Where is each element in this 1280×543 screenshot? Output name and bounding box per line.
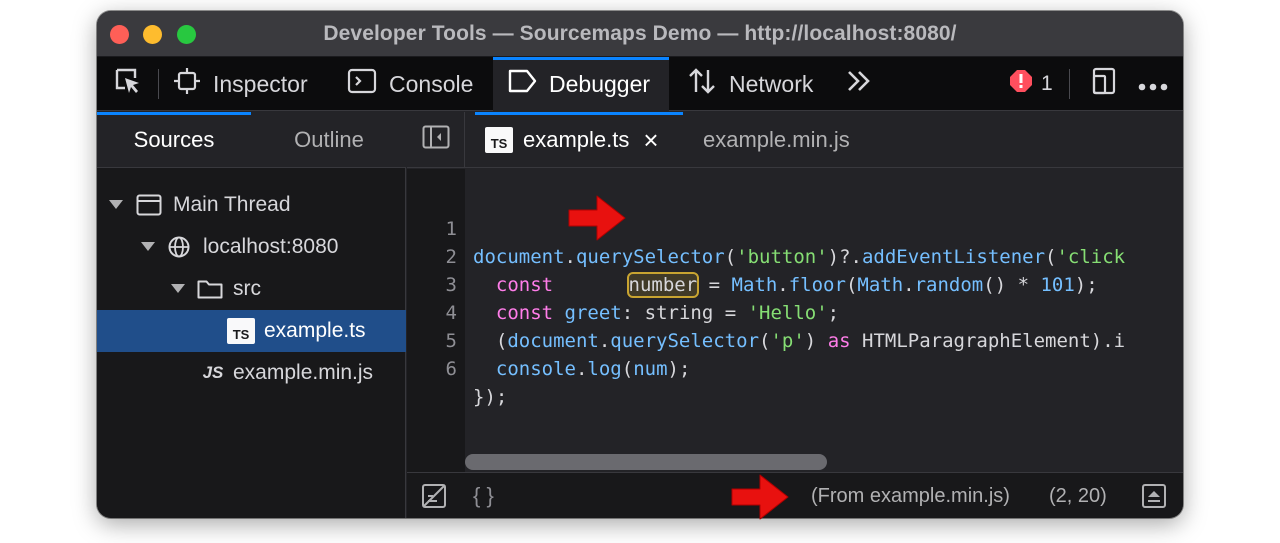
tab-sources[interactable]: Sources [97, 112, 251, 168]
code-editor[interactable]: 1 document.querySelector('button')?.addE… [407, 169, 1183, 472]
horizontal-scrollbar[interactable] [465, 454, 1179, 470]
pretty-print-button[interactable]: { } [473, 483, 494, 509]
error-count-button[interactable]: 1 [1009, 57, 1053, 111]
chevron-double-right-icon [845, 68, 873, 100]
code-line: 5 console.log(num); [407, 299, 1183, 380]
sidebar-toggle-icon [422, 125, 450, 155]
blackbox-icon[interactable] [421, 483, 447, 515]
responsive-design-icon [1089, 66, 1119, 102]
globe-icon [167, 236, 191, 258]
typescript-file-icon: TS [227, 318, 255, 344]
editor-tabs: TS example.ts × example.min.js [407, 112, 1183, 168]
console-icon [347, 67, 377, 101]
debugger-icon [507, 68, 537, 100]
editor-tab-label: example.min.js [703, 127, 850, 152]
pick-element-icon [113, 66, 143, 102]
annotation-arrow-icon [568, 195, 626, 241]
editor-footer: { } (From example.min.js) (2, 20) [407, 472, 1183, 518]
error-icon [1009, 69, 1033, 99]
tab-debugger[interactable]: Debugger [493, 57, 669, 111]
window-icon [135, 194, 163, 216]
devtools-window: Developer Tools — Sourcemaps Demo — http… [97, 11, 1183, 518]
network-icon [687, 66, 717, 102]
typescript-file-icon: TS [485, 127, 513, 153]
pick-element-button[interactable] [107, 57, 149, 111]
folder-icon [197, 279, 223, 299]
code-line: 6 }); [407, 327, 1183, 408]
more-tools-button[interactable] [845, 57, 873, 111]
inspector-icon [173, 67, 201, 101]
code-line: 1 document.querySelector('button')?.addE… [407, 187, 1183, 268]
code-line: 3 const greet: string = 'Hello'; [407, 243, 1183, 324]
code-text: console.log(num); [495, 358, 691, 380]
tab-inspector-label: Inspector [213, 70, 308, 97]
sources-panel-tabs: Sources Outline [97, 112, 406, 168]
scrollbar-thumb[interactable] [465, 454, 827, 470]
title-bar: Developer Tools — Sourcemaps Demo — http… [97, 11, 1183, 57]
sources-panel: Sources Outline Main Thread localhost:80… [97, 112, 406, 518]
code-line: 2 const number = Math.floor(Math.random(… [407, 215, 1183, 298]
tab-console-label: Console [389, 70, 474, 97]
original-source-link[interactable]: (From example.min.js) [811, 485, 1010, 508]
tab-inspector[interactable]: Inspector [173, 57, 308, 111]
tree-item-src[interactable]: src [97, 268, 406, 310]
editor-tab-example-ts[interactable]: TS example.ts × [475, 112, 683, 168]
tree-item-localhost[interactable]: localhost:8080 [97, 226, 406, 268]
tree-item-label: localhost:8080 [203, 235, 339, 258]
toggle-panel-icon[interactable] [1141, 483, 1167, 515]
tab-console[interactable]: Console [347, 57, 473, 111]
toolbar-separator [158, 69, 159, 99]
responsive-design-button[interactable] [1089, 57, 1119, 111]
tree-item-label: example.ts [264, 319, 366, 342]
cursor-position: (2, 20) [1049, 485, 1107, 507]
tree-item-main-thread[interactable]: Main Thread [97, 184, 406, 226]
toolbar-separator [1069, 69, 1070, 99]
tree-item-label: example.min.js [233, 361, 374, 384]
devtools-toolbar: Inspector Console Debugger Network 1 [97, 57, 1183, 111]
window-title: Developer Tools — Sourcemaps Demo — http… [323, 22, 957, 45]
expand-arrow-icon [170, 284, 186, 294]
code-text: }); [473, 386, 508, 408]
line-number: 6 [445, 358, 457, 380]
close-tab-icon[interactable]: × [643, 125, 658, 156]
annotation-arrow-icon [731, 474, 789, 520]
editor-tab-label: example.ts [523, 127, 630, 152]
tab-network-label: Network [729, 70, 814, 97]
tree-item-example-min-js[interactable]: JS example.min.js [97, 352, 406, 394]
more-options-button[interactable] [1137, 57, 1169, 111]
tree-item-example-ts[interactable]: TS example.ts [97, 310, 406, 352]
more-options-icon [1137, 71, 1169, 98]
expand-arrow-icon [108, 200, 124, 210]
editor-tab-example-min-js[interactable]: example.min.js [703, 112, 850, 168]
tab-debugger-label: Debugger [549, 70, 651, 97]
expand-arrow-icon [140, 242, 156, 252]
tab-outline[interactable]: Outline [252, 112, 406, 168]
javascript-file-icon: JS [202, 363, 224, 382]
tree-item-label: Main Thread [173, 193, 291, 216]
error-count: 1 [1041, 72, 1053, 95]
tree-item-label: src [233, 277, 261, 300]
code-line: 4 (document.querySelector('p') as HTMLPa… [407, 271, 1183, 352]
tab-network[interactable]: Network [687, 57, 813, 111]
toggle-sidebar-button[interactable] [407, 112, 465, 168]
